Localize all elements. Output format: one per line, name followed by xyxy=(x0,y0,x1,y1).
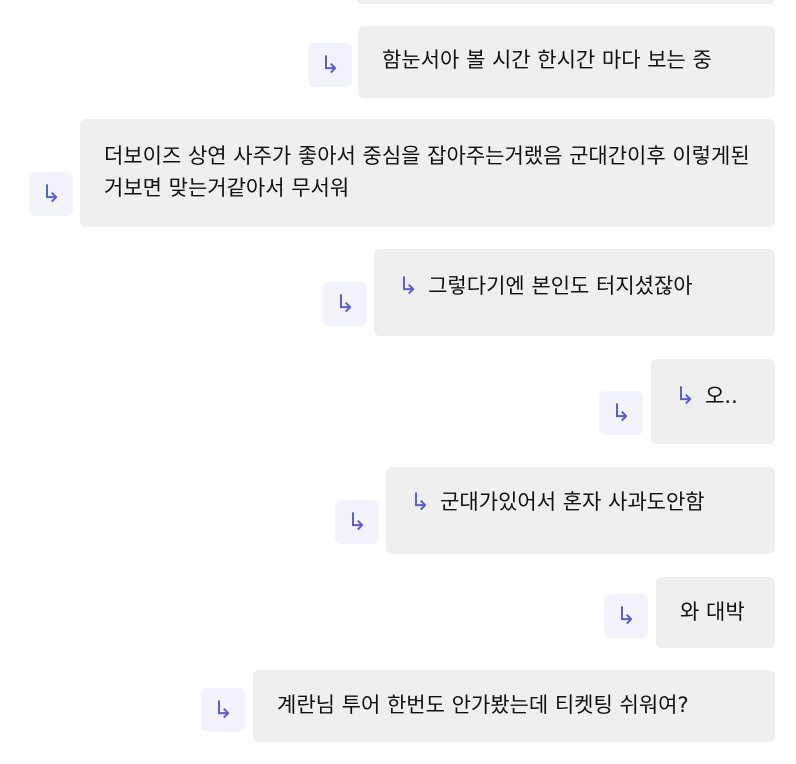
reply-arrow-icon: ↳ xyxy=(40,180,62,208)
message-bubble: 더보이즈 상연 사주가 좋아서 중심을 잡아주는거랬음 군대간이후 이렇게된거보… xyxy=(80,119,775,227)
reply-button[interactable]: ↳ xyxy=(323,282,367,326)
reply-button[interactable]: ↳ xyxy=(599,391,643,435)
message-text: 계란님 투어 한번도 안가봤는데 티켓팅 쉬워여? xyxy=(277,693,689,717)
message-bubble-partial xyxy=(356,0,775,4)
reply-button[interactable]: ↳ xyxy=(29,172,73,216)
message-text: 와 대박 xyxy=(680,600,745,624)
reply-arrow-icon: ↳ xyxy=(212,696,234,724)
message-bubble: 함눈서아 볼 시간 한시간 마다 보는 중 xyxy=(358,26,775,98)
message-bubble: ↳ 그렇다기엔 본인도 터지셨잖아 xyxy=(374,249,775,336)
reply-arrow-icon: ↳ xyxy=(675,382,696,410)
message-bubble: 와 대박 xyxy=(656,577,775,648)
reply-arrow-icon: ↳ xyxy=(410,488,431,516)
message-bubble: ↳ 오.. xyxy=(651,359,775,444)
message-text: 함눈서아 볼 시간 한시간 마다 보는 중 xyxy=(382,48,712,72)
reply-arrow-icon: ↳ xyxy=(610,399,632,427)
message-bubble: 계란님 투어 한번도 안가봤는데 티켓팅 쉬워여? xyxy=(253,670,775,742)
message-text: 더보이즈 상연 사주가 좋아서 중심을 잡아주는거랬음 군대간이후 이렇게된거보… xyxy=(104,144,750,200)
message-text: 그렇다기엔 본인도 터지셨잖아 xyxy=(428,274,693,298)
reply-button[interactable]: ↳ xyxy=(604,594,648,638)
reply-button[interactable]: ↳ xyxy=(201,688,245,732)
reply-button[interactable]: ↳ xyxy=(335,500,379,544)
reply-button[interactable]: ↳ xyxy=(308,43,352,87)
message-bubble: ↳ 군대가있어서 혼자 사과도안함 xyxy=(386,467,775,554)
reply-arrow-icon: ↳ xyxy=(398,272,419,300)
reply-arrow-icon: ↳ xyxy=(615,602,637,630)
message-text: 오.. xyxy=(705,384,738,408)
message-text: 군대가있어서 혼자 사과도안함 xyxy=(440,490,705,514)
reply-arrow-icon: ↳ xyxy=(334,290,356,318)
reply-arrow-icon: ↳ xyxy=(319,51,341,79)
reply-arrow-icon: ↳ xyxy=(346,508,368,536)
